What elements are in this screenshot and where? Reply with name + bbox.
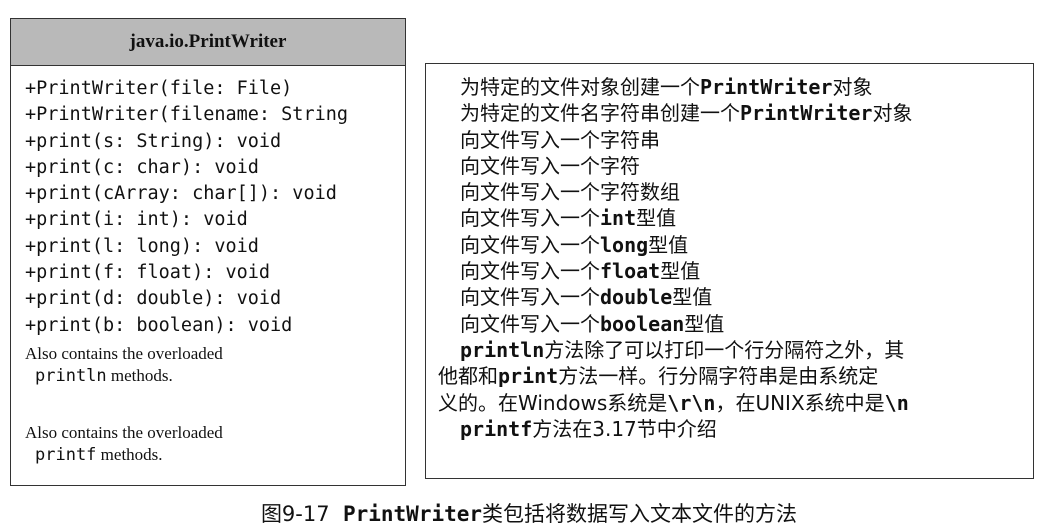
description-item: 为特定的文件名字符串创建一个PrintWriter对象 (460, 100, 1033, 126)
println-desc-code: println (460, 337, 545, 362)
method-item: +PrintWriter(filename: String (25, 104, 349, 126)
description-item: 为特定的文件对象创建一个PrintWriter对象 (460, 74, 1033, 100)
description-item: 向文件写入一个字符串 (460, 127, 1033, 153)
method-item: +PrintWriter(file: File) (25, 78, 293, 99)
println-note-line1: Also contains the overloaded (25, 343, 223, 363)
desc-text: 向文件写入一个 (460, 232, 600, 257)
desc-code: int (600, 206, 637, 231)
printf-note-line2: printf methods. (25, 444, 405, 466)
description-item: 向文件写入一个int型值 (460, 205, 1033, 231)
println-note-line2: println methods. (25, 365, 405, 387)
desc-suffix: 型值 (648, 232, 689, 257)
desc-text: 向文件写入一个 (460, 206, 600, 231)
description-item: 向文件写入一个字符数组 (460, 179, 1033, 205)
desc-code: PrintWriter (700, 75, 833, 99)
desc-text: 向文件写入一个字符数组 (460, 180, 680, 205)
desc-text: 向文件写入一个 (460, 285, 600, 310)
figure-caption: 图9-17 PrintWriter类包括将数据写入文本文件的方法 (0, 498, 1058, 528)
uml-class-name: java.io.PrintWriter (11, 19, 405, 66)
method-item: +print(b: boolean): void (25, 314, 293, 336)
desc-suffix: 型值 (660, 259, 701, 284)
printf-note-rest: methods. (96, 444, 163, 464)
method-item: +print(f: float): void (25, 262, 271, 284)
desc-suffix: 型值 (636, 206, 677, 231)
desc-text: 为特定的文件对象创建一个 (460, 75, 700, 99)
desc-suffix: 对象 (872, 101, 913, 126)
println-note: Also contains the overloaded println met… (11, 343, 405, 387)
method-item: +print(i: int): void (25, 209, 248, 231)
desc-suffix: 对象 (832, 75, 873, 99)
println-code: println (35, 365, 107, 386)
desc-text: 为特定的文件名字符串创建一个 (460, 101, 740, 126)
method-item: +print(s: String): void (25, 130, 282, 152)
description-box: 为特定的文件对象创建一个PrintWriter对象 为特定的文件名字符串创建一个… (425, 63, 1034, 479)
println-desc-text: 义的。在Windows系统是 (438, 390, 668, 415)
description-item: 向文件写入一个字符 (460, 153, 1033, 179)
desc-text: 向文件写入一个字符串 (460, 127, 660, 152)
println-note-rest: methods. (106, 365, 173, 385)
method-item: +print(c: char): void (25, 156, 259, 178)
println-desc-text: ，在UNIX系统中是 (715, 390, 885, 415)
desc-text: 向文件写入一个 (460, 311, 600, 336)
uml-method-list: +PrintWriter(file: File) +PrintWriter(fi… (11, 66, 405, 339)
desc-text: 向文件写入一个字符 (460, 153, 640, 178)
figure-number: 图9-17 (260, 502, 330, 526)
print-desc-code: print (498, 364, 559, 389)
unix-separator-code: \n (884, 390, 909, 415)
printf-note-line1: Also contains the overloaded (25, 422, 223, 442)
description-item: 向文件写入一个double型值 (460, 284, 1033, 310)
windows-separator-code: \r\n (667, 390, 716, 415)
method-item: +print(d: double): void (25, 288, 282, 310)
desc-code: float (600, 259, 661, 284)
desc-text: 向文件写入一个 (460, 259, 600, 284)
desc-code: PrintWriter (740, 101, 873, 126)
desc-code: double (600, 285, 673, 310)
println-desc-line1: println方法除了可以打印一个行分隔符之外，其 (438, 337, 1019, 363)
println-desc-text: 他都和 (438, 364, 498, 389)
description-item: 向文件写入一个long型值 (460, 232, 1033, 258)
description-item: 向文件写入一个float型值 (460, 258, 1033, 284)
method-item: +print(l: long): void (25, 235, 259, 257)
description-list: 为特定的文件对象创建一个PrintWriter对象 为特定的文件名字符串创建一个… (426, 64, 1033, 337)
caption-class-code: PrintWriter (342, 502, 483, 526)
println-desc-line3: 义的。在Windows系统是\r\n，在UNIX系统中是\n (438, 390, 1019, 416)
desc-suffix: 型值 (684, 311, 725, 336)
method-item: +print(cArray: char[]): void (25, 183, 337, 205)
println-description: println方法除了可以打印一个行分隔符之外，其 他都和print方法一样。行… (426, 337, 1033, 442)
desc-code: long (600, 232, 649, 257)
println-desc-text: 方法一样。行分隔字符串是由系统定 (558, 364, 879, 389)
printf-note: Also contains the overloaded printf meth… (11, 422, 405, 466)
desc-code: boolean (600, 311, 685, 336)
println-desc-text: 方法除了可以打印一个行分隔符之外，其 (544, 337, 905, 362)
println-desc-line2: 他都和print方法一样。行分隔字符串是由系统定 (438, 363, 1019, 389)
printf-code: printf (35, 444, 97, 465)
desc-suffix: 型值 (672, 285, 713, 310)
printf-desc-text: 方法在3.17节中介绍 (532, 416, 717, 441)
description-item: 向文件写入一个boolean型值 (460, 311, 1033, 337)
printf-desc-code: printf (460, 416, 533, 441)
caption-text: 类包括将数据写入文本文件的方法 (482, 502, 798, 526)
uml-class-box: java.io.PrintWriter +PrintWriter(file: F… (10, 18, 406, 486)
printf-description: printf方法在3.17节中介绍 (438, 416, 1019, 442)
